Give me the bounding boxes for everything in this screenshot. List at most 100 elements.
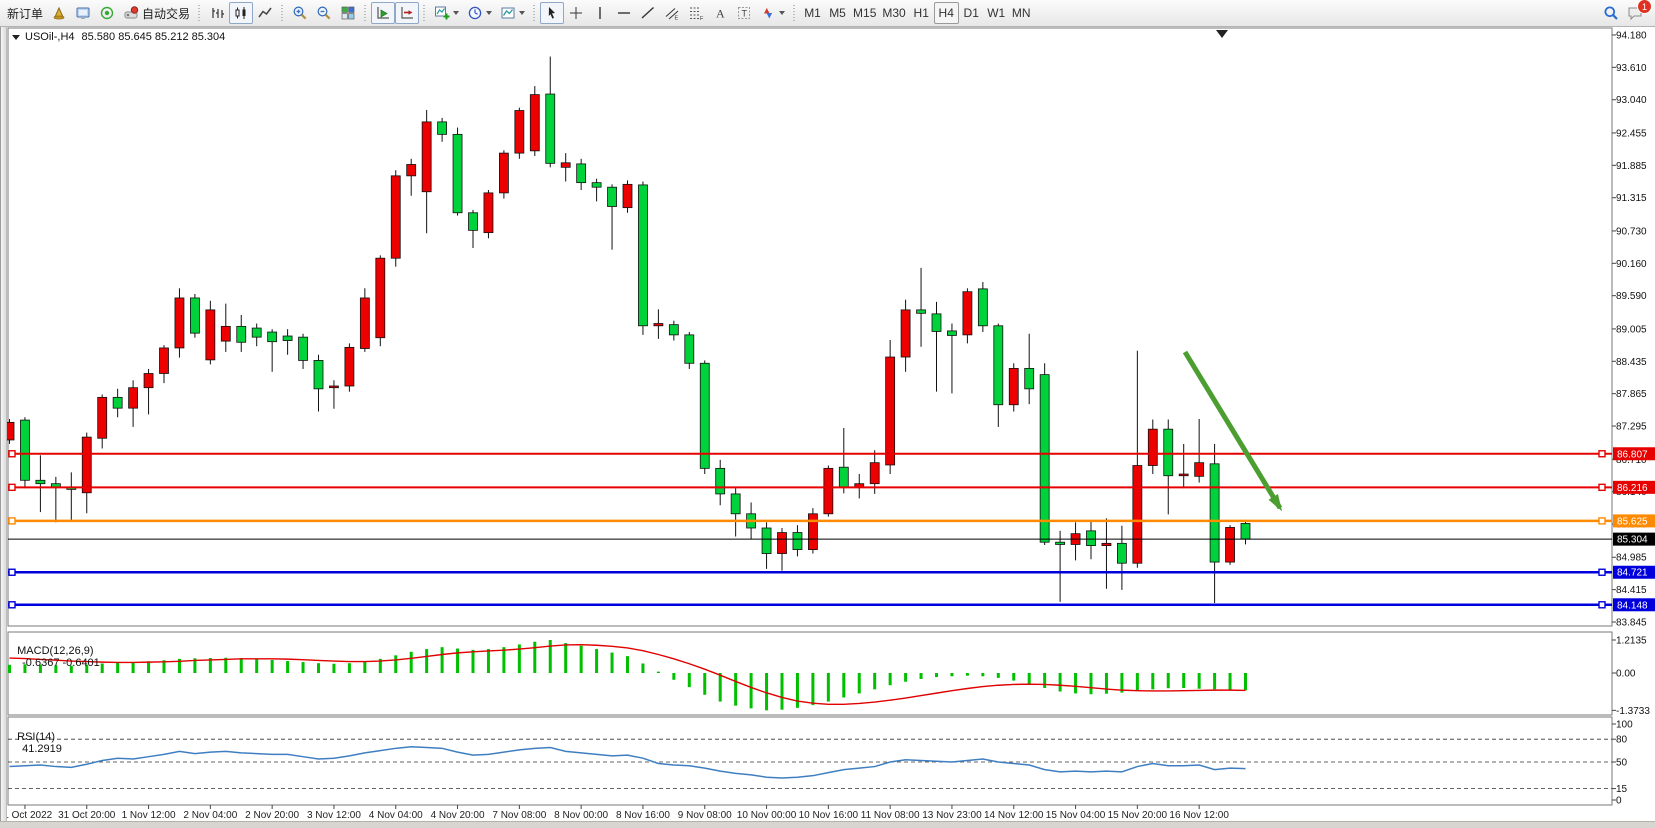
market-watch-icon-button[interactable] [71, 2, 95, 24]
mt4-window: { "toolbar": { "groups": [ {"name":"trad… [0, 0, 1655, 828]
svg-text:7 Nov 08:00: 7 Nov 08:00 [492, 810, 546, 821]
timeframe-h1-label: H1 [914, 6, 929, 20]
crosshair-icon [568, 5, 584, 21]
chart-shift-button[interactable] [395, 2, 419, 24]
dropdown-caret-icon[interactable] [779, 11, 785, 15]
toolbar-separator [421, 3, 428, 23]
period-button[interactable] [463, 2, 496, 24]
timeframe-w1[interactable]: W1 [984, 2, 1009, 24]
bar-chart-button[interactable] [205, 2, 229, 24]
cursor-button[interactable] [540, 2, 564, 24]
text-a-icon: A [712, 5, 728, 21]
timeframe-h4[interactable]: H4 [934, 2, 959, 24]
label-t-icon: T [736, 5, 752, 21]
symbol-caret-icon[interactable] [12, 35, 20, 40]
autotrade-icon [123, 5, 139, 21]
svg-text:84.985: 84.985 [1616, 553, 1647, 564]
svg-text:94.180: 94.180 [1616, 30, 1647, 41]
crosshair-button[interactable] [564, 2, 588, 24]
text-button[interactable]: A [708, 2, 732, 24]
add-indicator-button[interactable] [430, 2, 463, 24]
signals-icon-button[interactable] [95, 2, 119, 24]
rsi-name: RSI(14) [17, 731, 55, 743]
equidistant-channel-button[interactable]: E [660, 2, 684, 24]
macd-label: MACD(12,26,9) -0.6367 -0.6401 [11, 633, 100, 669]
toolbar-right: 1 [1599, 2, 1655, 24]
main-toolbar: 新订单 自动交易 E F AT M1 M5 M15M30 H1 H4 D1 W1MN 1 [0, 0, 1655, 27]
trendline-button[interactable] [636, 2, 660, 24]
timeframe-m5[interactable]: M5 [825, 2, 850, 24]
new-order-button[interactable]: 新订单 [3, 2, 47, 24]
timeframe-m1[interactable]: M1 [800, 2, 825, 24]
svg-text:89.590: 89.590 [1616, 291, 1647, 302]
svg-text:85.625: 85.625 [1617, 516, 1648, 527]
arrows-button[interactable] [756, 2, 789, 24]
svg-text:9 Nov 08:00: 9 Nov 08:00 [678, 810, 732, 821]
new-order-button-label: 新订单 [7, 5, 43, 22]
dropdown-caret-icon[interactable] [453, 11, 459, 15]
vertical-line-button[interactable] [588, 2, 612, 24]
svg-text:91.315: 91.315 [1616, 193, 1647, 204]
timeframe-m5-label: M5 [829, 6, 846, 20]
svg-text:100: 100 [1616, 720, 1633, 731]
auto-trading-button-label: 自动交易 [142, 5, 190, 22]
line-chart-button[interactable] [253, 2, 277, 24]
svg-text:8 Nov 16:00: 8 Nov 16:00 [616, 810, 670, 821]
chat-button[interactable]: 1 [1623, 2, 1647, 24]
tile-windows-button[interactable] [336, 2, 360, 24]
chart-canvas[interactable]: 94.18093.61093.04092.45591.88591.31590.7… [0, 27, 1655, 828]
timeframe-mn-label: MN [1012, 6, 1031, 20]
window-edge [0, 27, 7, 828]
svg-text:84.148: 84.148 [1617, 600, 1648, 611]
hline-icon [616, 5, 632, 21]
auto-scroll-button[interactable] [371, 2, 395, 24]
zoom-out-button[interactable] [312, 2, 336, 24]
svg-text:92.455: 92.455 [1616, 128, 1647, 139]
svg-text:0: 0 [1616, 796, 1622, 807]
text-label-button[interactable]: T [732, 2, 756, 24]
svg-text:10 Nov 00:00: 10 Nov 00:00 [737, 810, 797, 821]
notification-badge: 1 [1637, 0, 1652, 14]
candlestick-chart-button[interactable] [229, 2, 253, 24]
timeframe-m1-label: M1 [804, 6, 821, 20]
template-icon [500, 5, 516, 21]
horizontal-line-button[interactable] [612, 2, 636, 24]
signal-icon [99, 5, 115, 21]
svg-text:50: 50 [1616, 758, 1628, 769]
svg-text:86.216: 86.216 [1617, 483, 1648, 494]
shift-icon [399, 5, 415, 21]
svg-text:93.610: 93.610 [1616, 63, 1647, 74]
profile-icon-button[interactable] [47, 2, 71, 24]
rsi-value: 41.2919 [22, 743, 62, 755]
timeframe-m30[interactable]: M30 [879, 2, 908, 24]
svg-text:15 Nov 04:00: 15 Nov 04:00 [1046, 810, 1106, 821]
svg-text:8 Nov 00:00: 8 Nov 00:00 [554, 810, 608, 821]
zoom-in-icon [292, 5, 308, 21]
template-button[interactable] [496, 2, 529, 24]
cursor-icon [544, 5, 560, 21]
svg-text:88.435: 88.435 [1616, 357, 1647, 368]
auto-trading-button[interactable]: 自动交易 [119, 2, 194, 24]
ohlc-values: 85.580 85.645 85.212 85.304 [82, 31, 226, 43]
timeframe-m15[interactable]: M15 [850, 2, 879, 24]
search-button[interactable] [1599, 2, 1623, 24]
clock-icon [467, 5, 483, 21]
timeframe-d1[interactable]: D1 [959, 2, 984, 24]
zoom-out-icon [316, 5, 332, 21]
svg-text:0.00: 0.00 [1616, 669, 1636, 680]
chart-window: 94.18093.61093.04092.45591.88591.31590.7… [0, 27, 1655, 828]
toolbar-separator [362, 3, 369, 23]
dropdown-caret-icon[interactable] [519, 11, 525, 15]
fibonacci-button[interactable]: F [684, 2, 708, 24]
terminal-icon [75, 5, 91, 21]
svg-text:1 Nov 12:00: 1 Nov 12:00 [122, 810, 176, 821]
zoom-in-button[interactable] [288, 2, 312, 24]
timeframe-h1[interactable]: H1 [909, 2, 934, 24]
vline-icon [592, 5, 608, 21]
svg-text:F: F [700, 16, 704, 21]
autoscroll-icon [375, 5, 391, 21]
svg-text:87.865: 87.865 [1616, 389, 1647, 400]
dropdown-caret-icon[interactable] [486, 11, 492, 15]
timeframe-d1-label: D1 [964, 6, 979, 20]
timeframe-mn[interactable]: MN [1009, 2, 1034, 24]
